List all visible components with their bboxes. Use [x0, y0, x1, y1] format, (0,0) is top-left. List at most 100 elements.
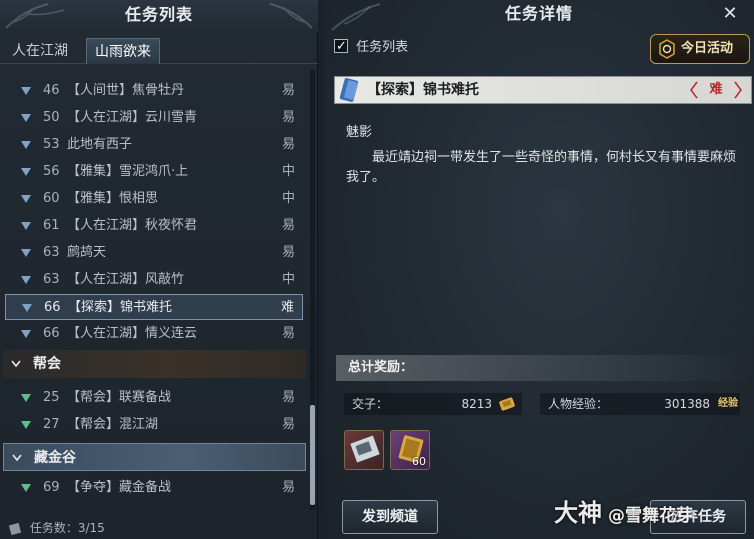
- tab-label: 人在江湖: [12, 43, 68, 59]
- chevron-down-icon: [11, 360, 21, 368]
- task-level: 60: [43, 191, 60, 206]
- task-difficulty: 易: [281, 417, 295, 432]
- task-row[interactable]: 66 【人在江湖】情义连云 易: [5, 321, 303, 347]
- chevron-down-icon: [21, 87, 31, 95]
- task-difficulty: 易: [281, 480, 295, 495]
- daily-activity-label: 今日活动: [681, 41, 734, 56]
- group-header-cangjin[interactable]: 藏金谷: [3, 443, 306, 471]
- task-difficulty: 难: [280, 300, 294, 315]
- quest-title-bar: 【探索】锦书难托 难: [334, 76, 752, 104]
- task-tabs: 人在江湖 山雨欲来: [0, 38, 318, 64]
- task-row[interactable]: 50 【人在江湖】云川雪青 易: [5, 105, 303, 131]
- task-detail-title: 任务详情: [504, 4, 573, 23]
- task-row[interactable]: 63 鹧鸪天 易: [5, 240, 303, 266]
- task-row[interactable]: 56 【雅集】雪泥鸿爪·上 中: [5, 159, 303, 185]
- quest-description: 最近靖边祠一带发生了一些奇怪的事情，何村长又有事情要麻烦我了。: [346, 150, 737, 185]
- task-row[interactable]: 46 【人间世】焦骨牡丹 易: [5, 78, 303, 104]
- watermark-logo: 大神: [554, 499, 602, 527]
- group-header-guild[interactable]: 帮会: [3, 350, 306, 378]
- task-level: 53: [43, 137, 60, 152]
- task-difficulty: 易: [281, 137, 295, 152]
- task-difficulty: 易: [281, 326, 295, 341]
- task-row[interactable]: 61 【人在江湖】秋夜怀君 易: [5, 213, 303, 239]
- task-name: 【帮会】联赛备战: [67, 390, 172, 405]
- task-detail-panel: 任务详情 ✕ ✓ 任务列表 今日活动 【探索】锦书难托 难 魅影 最近靖边祠一带…: [324, 0, 754, 539]
- watermark: 大神 @雪舞花芽: [554, 496, 693, 530]
- task-row[interactable]: 63 【人在江湖】风敲竹 中: [5, 267, 303, 293]
- reward-value: 301388: [664, 397, 710, 411]
- task-level: 63: [43, 272, 60, 287]
- reward-item-slot[interactable]: [344, 430, 384, 470]
- task-list-toggle[interactable]: ✓ 任务列表: [334, 38, 408, 58]
- task-level: 66: [44, 300, 61, 315]
- close-icon: ✕: [722, 3, 738, 24]
- checkmark-icon: ✓: [336, 39, 347, 54]
- close-button[interactable]: ✕: [720, 4, 740, 24]
- task-level: 50: [43, 110, 60, 125]
- task-name: 【人在江湖】风敲竹: [67, 272, 185, 287]
- task-level: 25: [43, 390, 60, 405]
- scroll-paper-icon: [8, 522, 22, 535]
- task-name: 【人在江湖】情义连云: [67, 326, 198, 341]
- task-difficulty: 易: [281, 218, 295, 233]
- chevron-down-icon: [21, 222, 31, 230]
- task-name: 【探索】锦书难托: [68, 300, 173, 315]
- reward-label: 交子：: [352, 397, 389, 411]
- reward-currency: 交子： 8213: [344, 393, 522, 415]
- task-name: 【雅集】雪泥鸿爪·上: [67, 164, 189, 179]
- task-row[interactable]: 25 【帮会】联赛备战 易: [5, 385, 303, 411]
- quest-title: 【探索】锦书难托: [367, 82, 479, 98]
- button-label: 发到频道: [362, 509, 418, 525]
- reward-label: 人物经验：: [548, 397, 609, 411]
- task-name: 【人在江湖】云川雪青: [67, 110, 198, 125]
- tab-ren-zai-jiang-hu[interactable]: 人在江湖: [4, 38, 76, 64]
- send-to-channel-button[interactable]: 发到频道: [342, 500, 438, 534]
- reward-header: 总计奖励：: [336, 355, 752, 381]
- difficulty-badge: 难: [689, 80, 743, 100]
- task-count-text: 任务数：3/15: [29, 521, 105, 535]
- scrollbar-thumb[interactable]: [310, 405, 315, 505]
- npc-name: 魅影: [346, 125, 373, 140]
- task-row[interactable]: 27 【帮会】混江湖 易: [5, 412, 303, 438]
- group-label: 帮会: [33, 356, 61, 372]
- task-level: 66: [43, 326, 60, 341]
- tab-label: 山雨欲来: [95, 44, 151, 60]
- explore-quest-icon: [339, 78, 359, 102]
- chevron-down-icon: [21, 168, 31, 176]
- task-list-scrollbar[interactable]: [310, 70, 315, 510]
- task-level: 27: [43, 417, 60, 432]
- task-difficulty: 易: [281, 245, 295, 260]
- task-list-checkbox[interactable]: ✓: [334, 39, 348, 54]
- reward-value: 8213: [461, 397, 492, 411]
- task-row-selected[interactable]: 66 【探索】锦书难托 难: [5, 294, 303, 320]
- badge-frame-icon: [690, 81, 742, 99]
- task-difficulty: 中: [281, 164, 295, 179]
- chevron-down-icon: [21, 484, 31, 492]
- task-name: 【雅集】恨相思: [67, 191, 159, 206]
- task-name: 此地有西子: [67, 137, 133, 152]
- task-row[interactable]: 53 此地有西子 易: [5, 132, 303, 158]
- chevron-down-icon: [22, 304, 32, 312]
- chevron-down-icon: [21, 114, 31, 122]
- task-level: 63: [43, 245, 60, 260]
- task-row[interactable]: 60 【雅集】恨相思 中: [5, 186, 303, 212]
- task-difficulty: 中: [281, 272, 295, 287]
- task-name: 【争夺】藏金备战: [67, 480, 172, 495]
- chevron-down-icon: [21, 394, 31, 402]
- item-quantity: 60: [412, 455, 426, 468]
- task-row[interactable]: 69 【争夺】藏金备战 易: [5, 475, 303, 501]
- task-difficulty: 中: [281, 191, 295, 206]
- daily-activity-button[interactable]: 今日活动: [650, 34, 750, 64]
- exp-badge-icon: 经验: [718, 398, 738, 409]
- task-level: 61: [43, 218, 60, 233]
- tab-shan-yu-yu-lai[interactable]: 山雨欲来: [86, 38, 160, 64]
- reward-item-slot[interactable]: 60: [390, 430, 430, 470]
- chevron-down-icon: [21, 141, 31, 149]
- chevron-down-icon: [21, 249, 31, 257]
- task-difficulty: 易: [281, 390, 295, 405]
- chevron-down-icon: [21, 195, 31, 203]
- chevron-down-icon: [12, 454, 22, 462]
- task-list-panel: 任务列表 人在江湖 山雨欲来 46 【人间世】焦骨牡丹 易 50 【人在江湖】云…: [0, 0, 318, 539]
- task-list-title: 任务列表: [124, 5, 193, 24]
- task-name: 【人间世】焦骨牡丹: [67, 83, 185, 98]
